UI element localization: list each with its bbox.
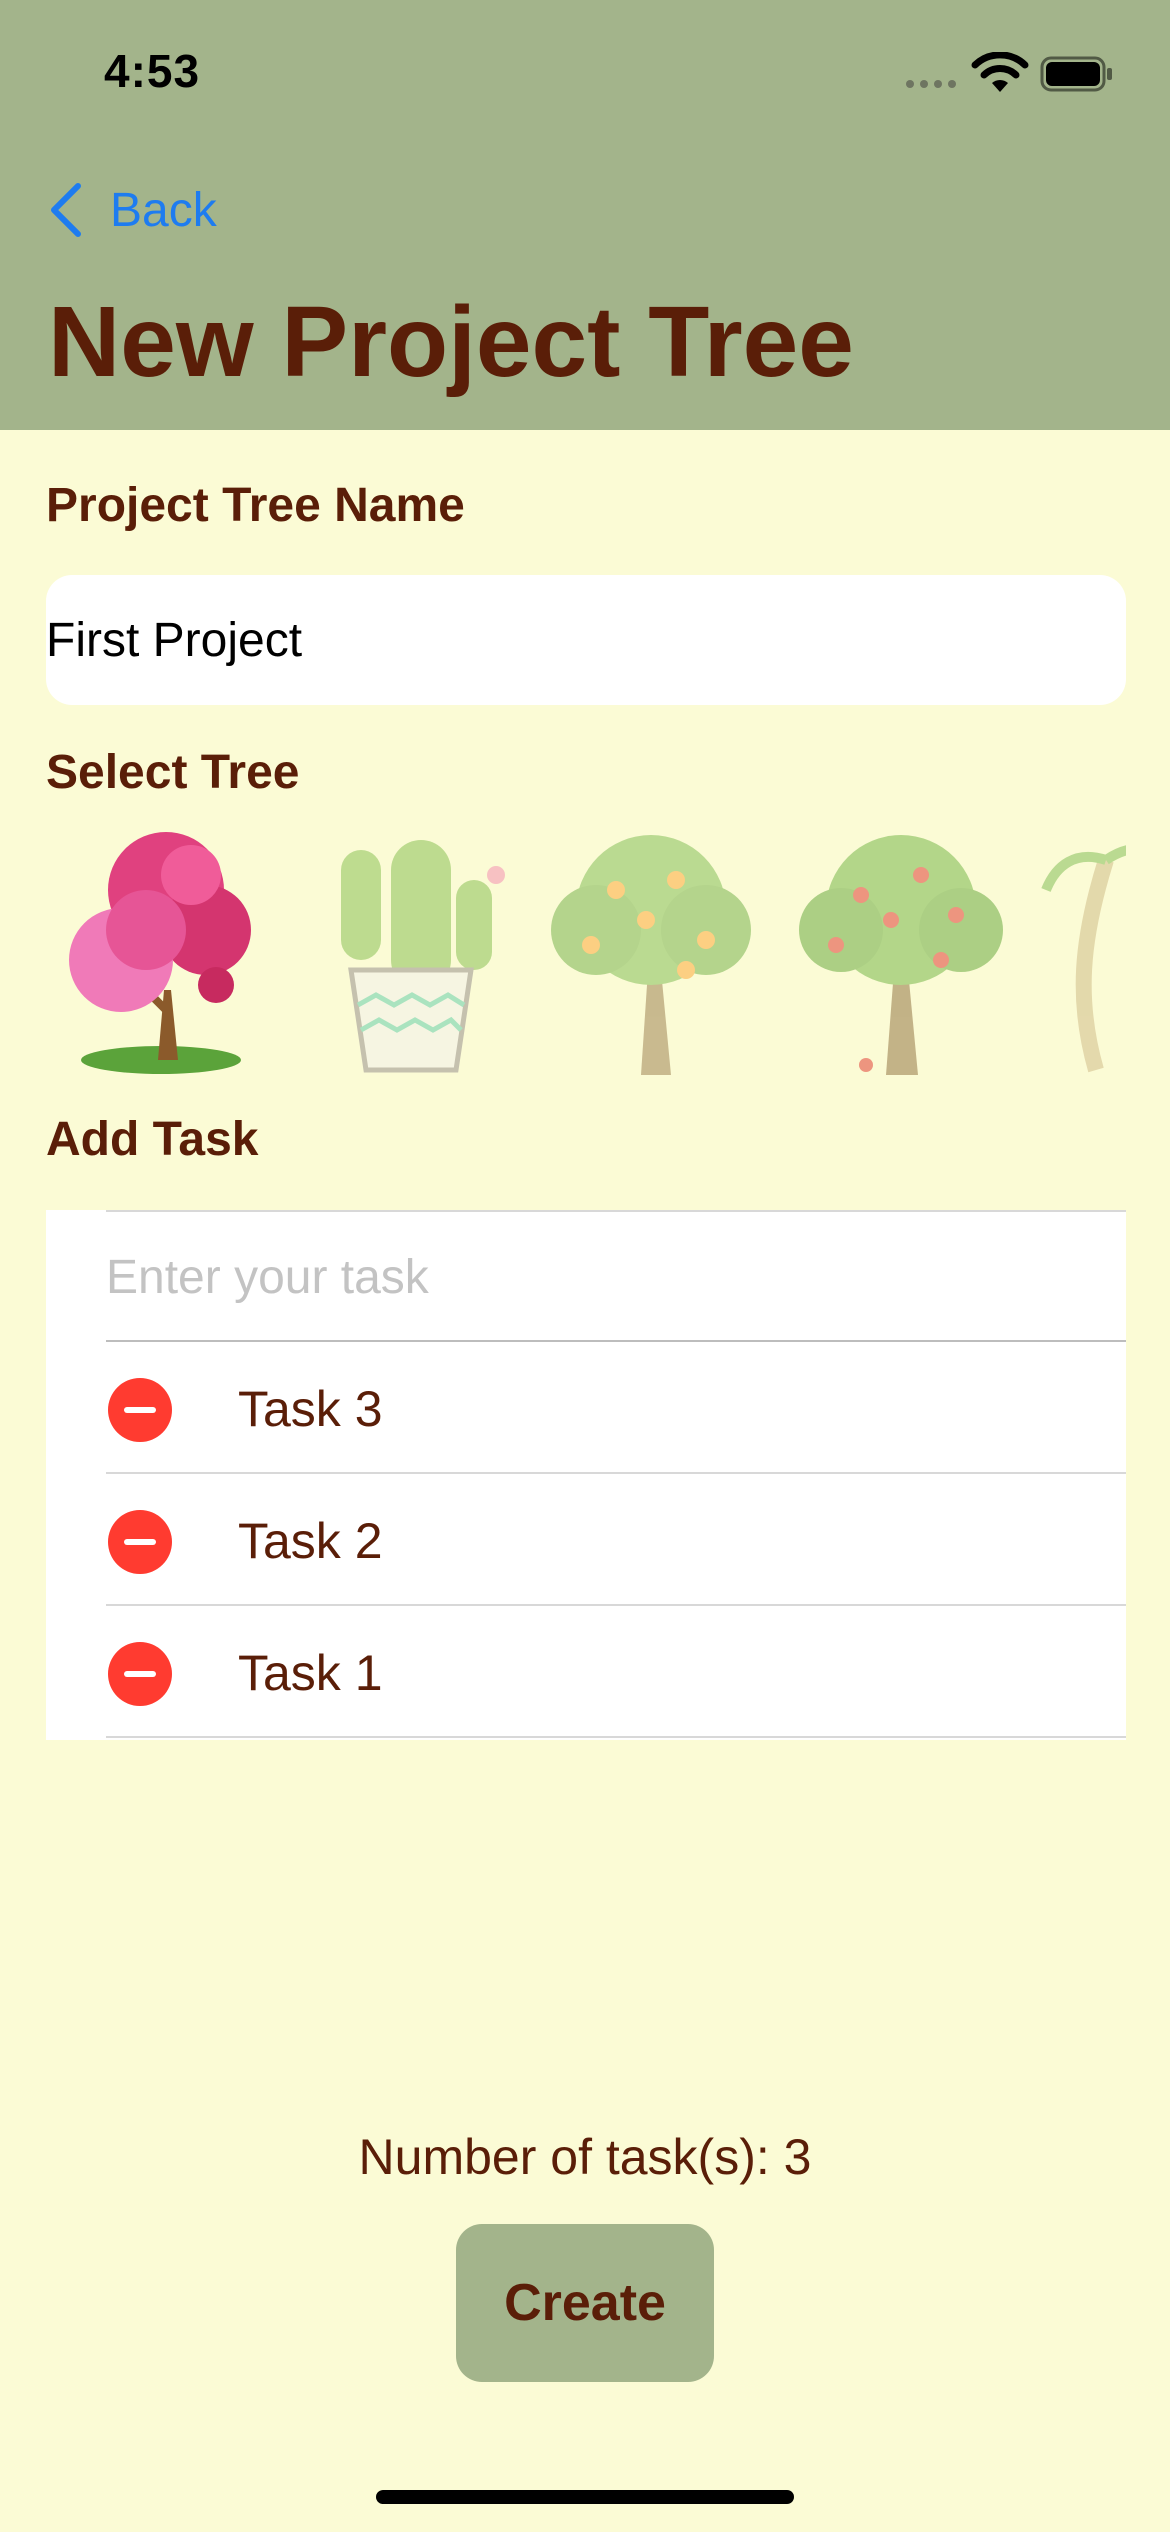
task-text: Task 1 bbox=[238, 1645, 383, 1701]
task-row: Task 2 bbox=[46, 1474, 1126, 1606]
navigation-header: 4:53 Back New Project Tree bbox=[0, 0, 1170, 430]
delete-task-button[interactable] bbox=[108, 1642, 172, 1706]
home-indicator[interactable] bbox=[376, 2490, 794, 2504]
page-title: New Project Tree bbox=[48, 286, 854, 398]
apple-tree-icon[interactable] bbox=[786, 820, 1016, 1080]
palm-tree-icon[interactable] bbox=[1036, 820, 1126, 1080]
back-button[interactable]: Back bbox=[48, 180, 217, 240]
add-task-label: Add Task bbox=[46, 1113, 259, 1166]
status-bar: 4:53 bbox=[0, 0, 1170, 140]
project-name-value: First Project bbox=[46, 613, 303, 667]
back-label: Back bbox=[110, 183, 217, 237]
task-list: Task 3 Task 2 Task 1 bbox=[46, 1210, 1126, 1740]
signal-dots-icon bbox=[906, 80, 956, 88]
wifi-icon bbox=[971, 52, 1029, 92]
status-time: 4:53 bbox=[104, 45, 201, 97]
task-row: Task 1 bbox=[46, 1606, 1126, 1738]
chevron-left-icon bbox=[51, 183, 81, 237]
project-name-label: Project Tree Name bbox=[46, 479, 465, 532]
task-text: Task 2 bbox=[238, 1513, 383, 1569]
delete-task-button[interactable] bbox=[108, 1510, 172, 1574]
task-count: Number of task(s): 3 bbox=[358, 2129, 812, 2185]
cactus-icon[interactable] bbox=[296, 820, 526, 1080]
task-text: Task 3 bbox=[238, 1381, 383, 1437]
battery-icon bbox=[1040, 56, 1112, 92]
delete-task-button[interactable] bbox=[108, 1378, 172, 1442]
row-divider bbox=[106, 1736, 1126, 1738]
task-row: Task 3 bbox=[46, 1342, 1126, 1474]
project-name-field[interactable]: First Project bbox=[46, 575, 1126, 705]
tree-picker[interactable] bbox=[46, 820, 1126, 1080]
task-input[interactable] bbox=[106, 1212, 1126, 1342]
pink-blossom-tree-icon[interactable] bbox=[46, 820, 276, 1080]
create-button[interactable]: Create bbox=[456, 2224, 714, 2382]
select-tree-label: Select Tree bbox=[46, 746, 300, 799]
task-input-row bbox=[106, 1210, 1126, 1342]
orange-tree-icon[interactable] bbox=[536, 820, 766, 1080]
